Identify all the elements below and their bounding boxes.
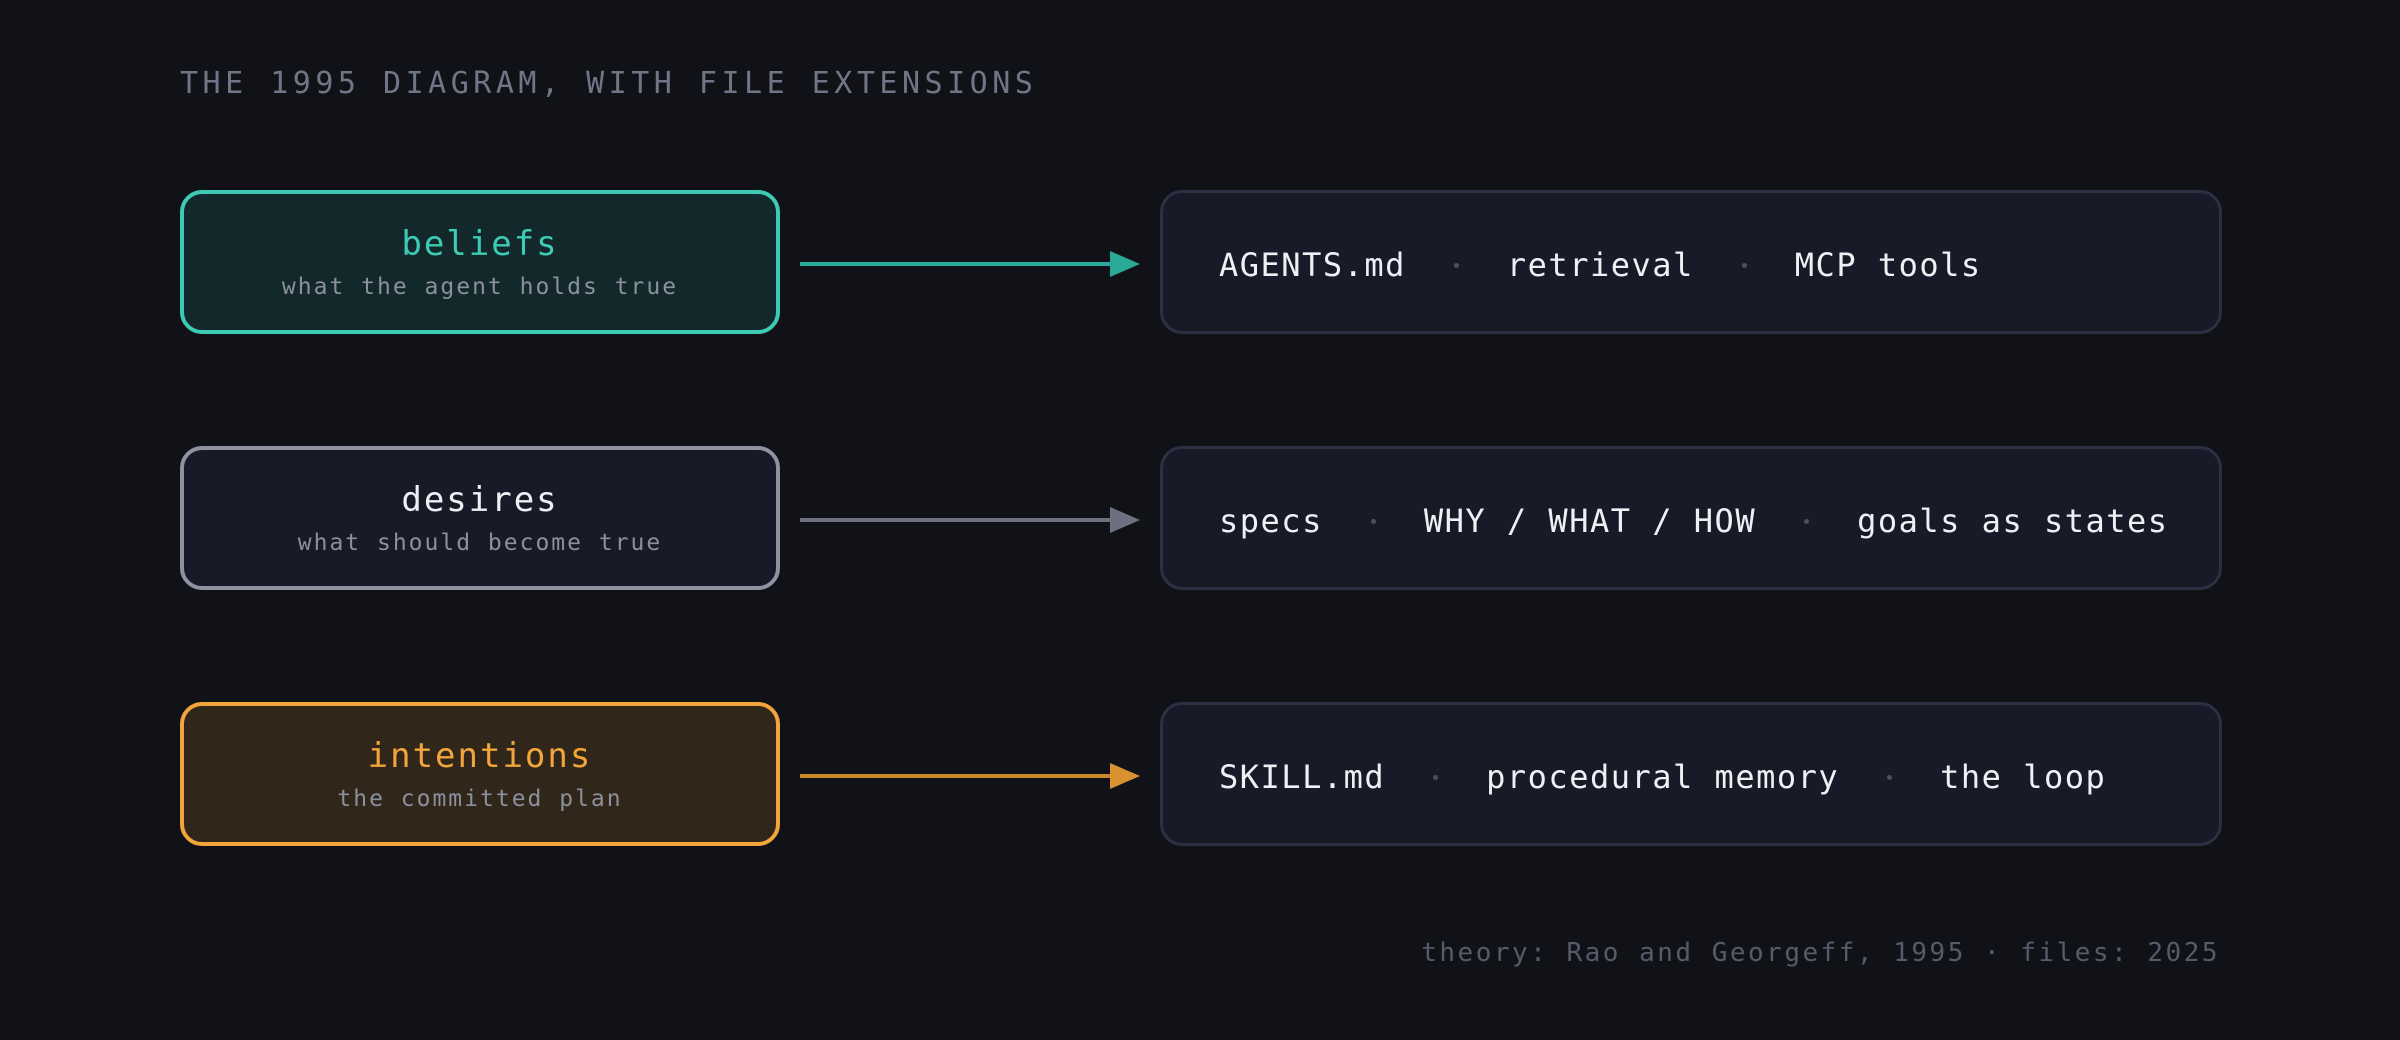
separator-dot	[1433, 774, 1439, 780]
mapping-item: AGENTS.md	[1219, 246, 1406, 284]
concept-description: the committed plan	[337, 786, 623, 813]
mapping-box-intentions: SKILL.md procedural memory the loop	[1160, 702, 2222, 846]
mapping-item: SKILL.md	[1219, 758, 1386, 796]
concept-description: what the agent holds true	[281, 274, 679, 301]
concept-name: beliefs	[401, 223, 559, 264]
arrow-intentions	[800, 763, 1140, 789]
concept-box-desires: desires what should become true	[180, 446, 780, 590]
mapping-item: retrieval	[1506, 246, 1694, 284]
concept-name: desires	[401, 479, 559, 520]
concept-box-beliefs: beliefs what the agent holds true	[180, 190, 780, 334]
mapping-item: WHY / WHAT / HOW	[1423, 502, 1757, 540]
mapping-item: the loop	[1940, 758, 2107, 796]
mapping-box-desires: specs WHY / WHAT / HOW goals as states	[1160, 446, 2222, 590]
mapping-box-beliefs: AGENTS.md retrieval MCP tools	[1160, 190, 2222, 334]
arrow-beliefs	[800, 251, 1140, 277]
mapping-item: MCP tools	[1794, 246, 1982, 284]
mapping-item: goals as states	[1857, 502, 2169, 540]
mapping-item: procedural memory	[1486, 758, 1840, 796]
footnote: theory: Rao and Georgeff, 1995 · files: …	[1421, 938, 2220, 968]
concept-description: what should become true	[297, 530, 663, 557]
concept-box-intentions: intentions the committed plan	[180, 702, 780, 846]
diagram-title: THE 1995 DIAGRAM, WITH FILE EXTENSIONS	[180, 66, 1038, 101]
arrow-desires	[800, 507, 1140, 533]
separator-dot	[1741, 262, 1747, 268]
separator-dot	[1453, 262, 1459, 268]
separator-dot	[1370, 518, 1376, 524]
separator-dot	[1887, 774, 1893, 780]
mapping-item: specs	[1219, 502, 1323, 540]
concept-name: intentions	[367, 735, 593, 776]
separator-dot	[1804, 518, 1810, 524]
